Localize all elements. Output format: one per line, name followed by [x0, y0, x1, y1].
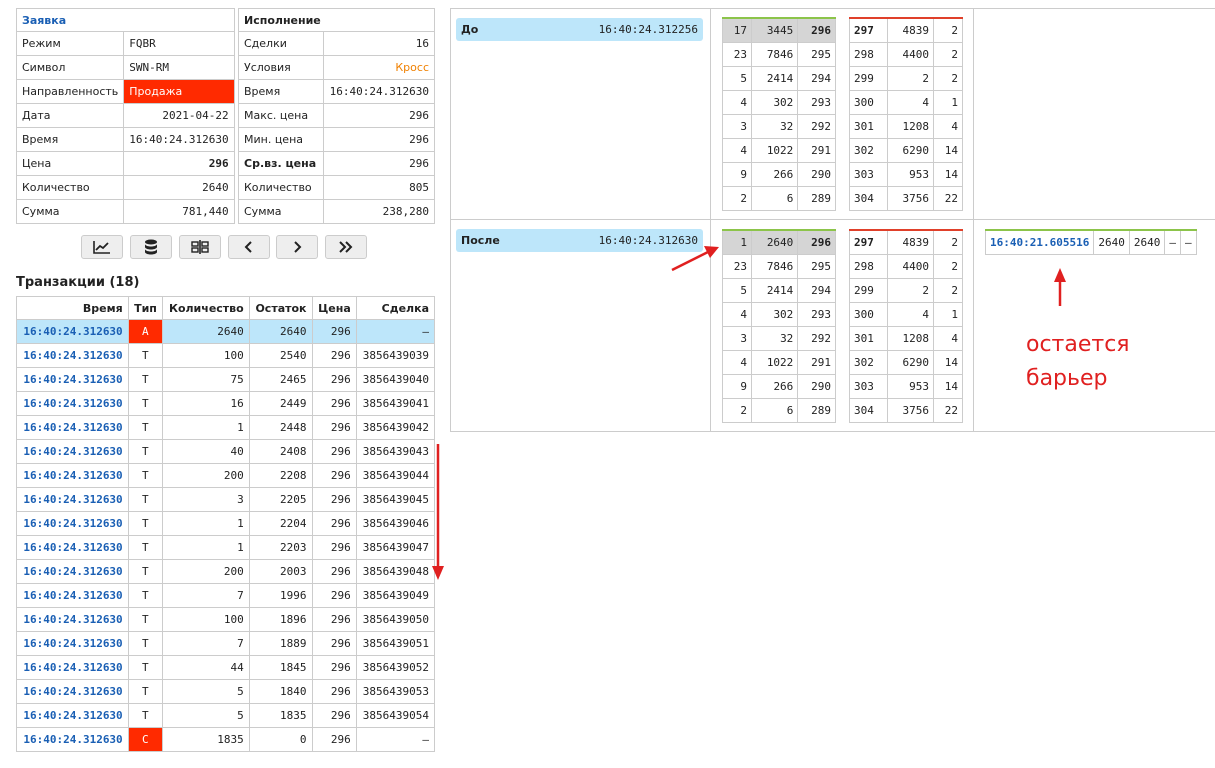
arrow-to-remaining-bid [671, 246, 719, 272]
arrow-up-to-remaining-order [1054, 268, 1066, 306]
arrow-down-transactions [432, 444, 444, 580]
annotation-text: остается барьер [1026, 328, 1130, 396]
annotation-line: остается [1026, 332, 1130, 357]
annotation-line: барьер [1026, 366, 1108, 391]
